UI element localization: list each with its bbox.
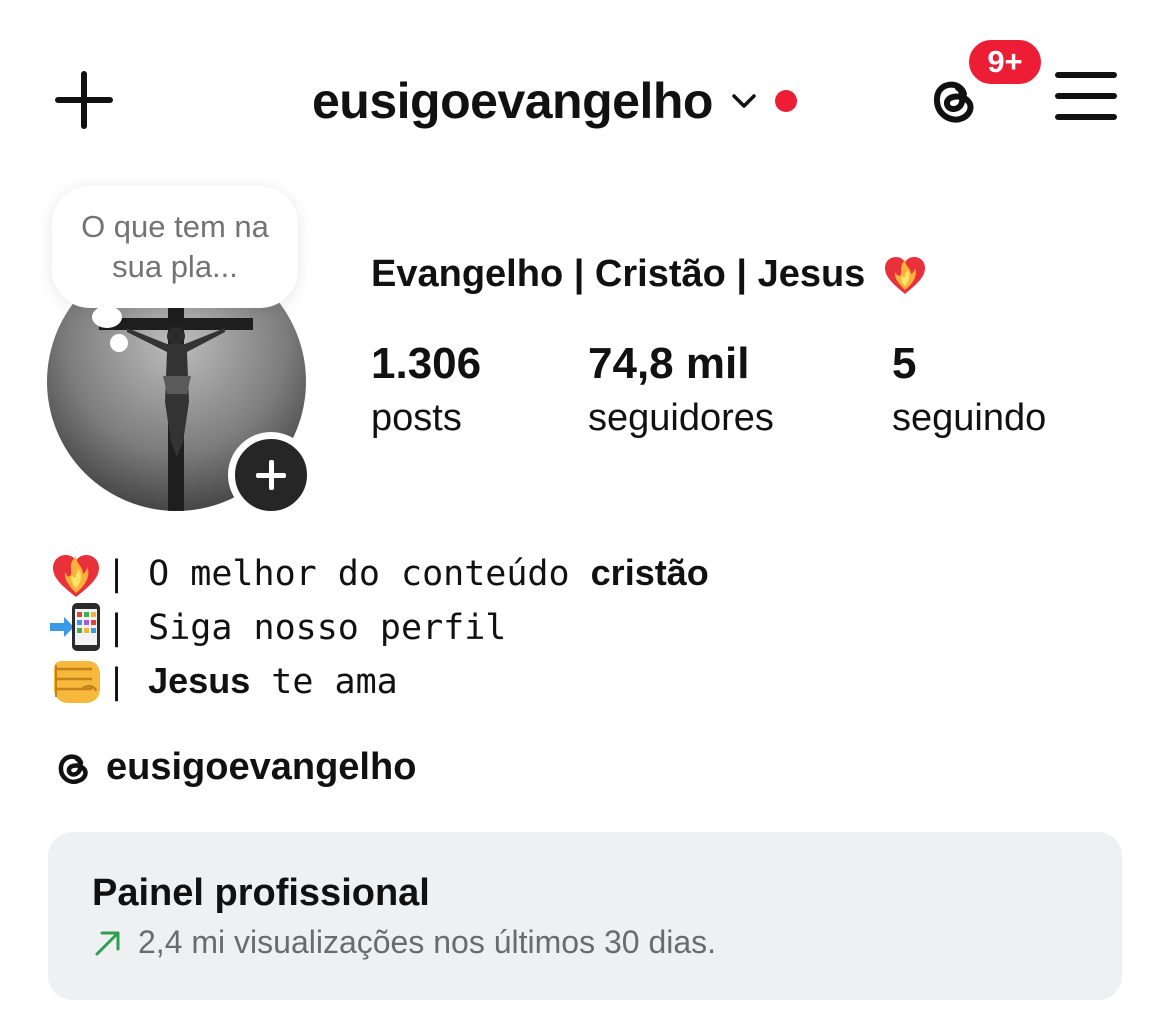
stat-followers[interactable]: 74,8 mil seguidores [588,338,774,446]
bio-text-bold: cristão [590,552,709,593]
heart-on-fire-icon [53,555,99,597]
professional-dashboard-card[interactable]: Painel profissional 2,4 mi visualizações… [48,832,1122,1000]
mobile-phone-arrow-icon [50,603,100,651]
threads-profile-link[interactable]: eusigoevangelho [50,744,416,790]
hamburger-menu-icon[interactable] [1055,70,1117,122]
note-bubble[interactable]: O que tem na sua pla... [52,186,298,308]
bio-text-part: te ama [250,662,398,702]
profile-page: eusigoevangelho 9+ O que tem na sua pla.… [0,0,1170,1011]
stat-followers-value: 74,8 mil [588,339,750,388]
bio-text-part: | [106,662,149,702]
dashboard-title: Painel profissional [92,872,430,914]
unread-dot [774,90,797,112]
bio-line: | Siga nosso perfil [48,600,709,654]
stat-followers-label: seguidores [588,397,774,439]
username-title: eusigoevangelho [312,73,713,129]
heart-on-fire-icon [885,257,926,294]
bio-line: | Jesus te ama [48,654,709,708]
bio-text: | Siga nosso perfil [106,606,506,648]
note-tail [92,306,122,328]
dashboard-subtitle: 2,4 mi visualizações nos últimos 30 dias… [92,924,716,961]
bio-text: | Jesus te ama [106,660,398,702]
threads-icon [58,754,88,784]
account-switcher[interactable]: eusigoevangelho [312,66,797,136]
bio-text: | O melhor do conteúdo cristão [106,552,709,594]
bio-text-part: | Siga nosso perfil [106,608,507,648]
notification-badge: 9+ [965,36,1045,88]
stat-posts[interactable]: 1.306 posts [371,338,481,446]
trend-up-arrow-icon [95,931,120,955]
note-text: O que tem na sua pla... [81,209,269,284]
display-name: Evangelho | Cristão | Jesus [371,250,929,298]
bio-text-bold: Jesus [148,660,251,701]
add-story-button[interactable] [228,432,314,518]
plus-icon[interactable] [52,68,116,132]
oncoming-fist-icon [54,661,100,703]
stat-posts-label: posts [371,397,462,439]
stat-following[interactable]: 5 seguindo [892,338,1046,446]
chevron-down-icon [732,94,756,108]
display-name-text: Evangelho | Cristão | Jesus [371,252,866,295]
threads-handle: eusigoevangelho [106,745,417,788]
stat-posts-value: 1.306 [371,339,482,388]
stat-following-value: 5 [892,339,917,388]
bio: | O melhor do conteúdo cristão | Siga no… [48,546,709,708]
bio-text-part: | O melhor do conteúdo [106,554,591,594]
stat-following-label: seguindo [892,397,1047,439]
note-tail [110,334,128,352]
bio-line: | O melhor do conteúdo cristão [48,546,709,600]
dashboard-subtitle-text: 2,4 mi visualizações nos últimos 30 dias… [138,924,717,960]
